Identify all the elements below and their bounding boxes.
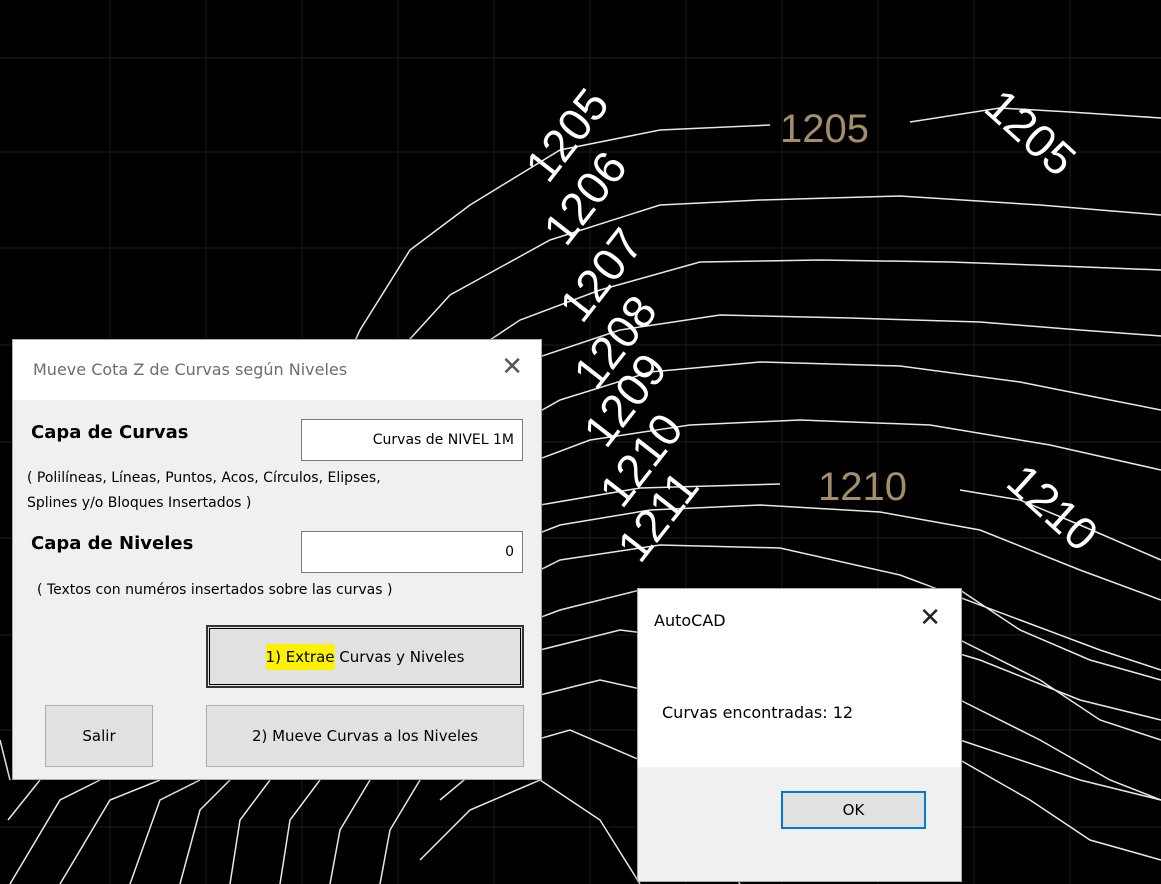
autocad-dialog-title: AutoCAD bbox=[654, 611, 726, 630]
extrae-curvas-button[interactable]: 1) Extrae Curvas y Niveles bbox=[206, 625, 524, 688]
index-label-1210: 1210 bbox=[818, 465, 907, 509]
capa-curvas-input[interactable]: Curvas de NIVEL 1M bbox=[301, 419, 523, 461]
salir-button[interactable]: Salir bbox=[45, 705, 153, 767]
ok-button-label: OK bbox=[842, 801, 865, 819]
capa-niveles-input[interactable]: 0 bbox=[301, 531, 523, 573]
salir-button-label: Salir bbox=[82, 727, 116, 745]
autocad-message-dialog: AutoCAD ✕ Curvas encontradas: 12 OK bbox=[637, 588, 962, 882]
niveles-hint: ( Textos con numéros insertados sobre la… bbox=[37, 582, 393, 598]
dialog-titlebar[interactable]: Mueve Cota Z de Curvas según Niveles ✕ bbox=[13, 340, 541, 400]
dialog-title: Mueve Cota Z de Curvas según Niveles bbox=[33, 360, 348, 379]
close-icon[interactable]: ✕ bbox=[501, 354, 523, 380]
curvas-hint-line2: Splines y/o Bloques Insertados ) bbox=[27, 495, 252, 511]
ok-button[interactable]: OK bbox=[781, 791, 926, 829]
mueve-curvas-button[interactable]: 2) Mueve Curvas a los Niveles bbox=[206, 705, 524, 767]
mueve-button-label: 2) Mueve Curvas a los Niveles bbox=[251, 727, 479, 745]
curvas-encontradas-message: Curvas encontradas: 12 bbox=[662, 703, 854, 722]
close-icon[interactable]: ✕ bbox=[919, 605, 941, 631]
curvas-hint-line1: ( Polilíneas, Líneas, Puntos, Acos, Círc… bbox=[27, 470, 381, 486]
capa-curvas-label: Capa de Curvas bbox=[31, 422, 189, 443]
extrae-button-highlight: 1) Extrae bbox=[265, 643, 335, 670]
capa-niveles-label: Capa de Niveles bbox=[31, 533, 194, 554]
extrae-button-label: Curvas y Niveles bbox=[334, 647, 465, 666]
mueve-cota-dialog: Mueve Cota Z de Curvas según Niveles ✕ C… bbox=[12, 339, 542, 780]
index-label-1205: 1205 bbox=[780, 107, 869, 151]
message-body: AutoCAD ✕ Curvas encontradas: 12 bbox=[638, 589, 961, 767]
